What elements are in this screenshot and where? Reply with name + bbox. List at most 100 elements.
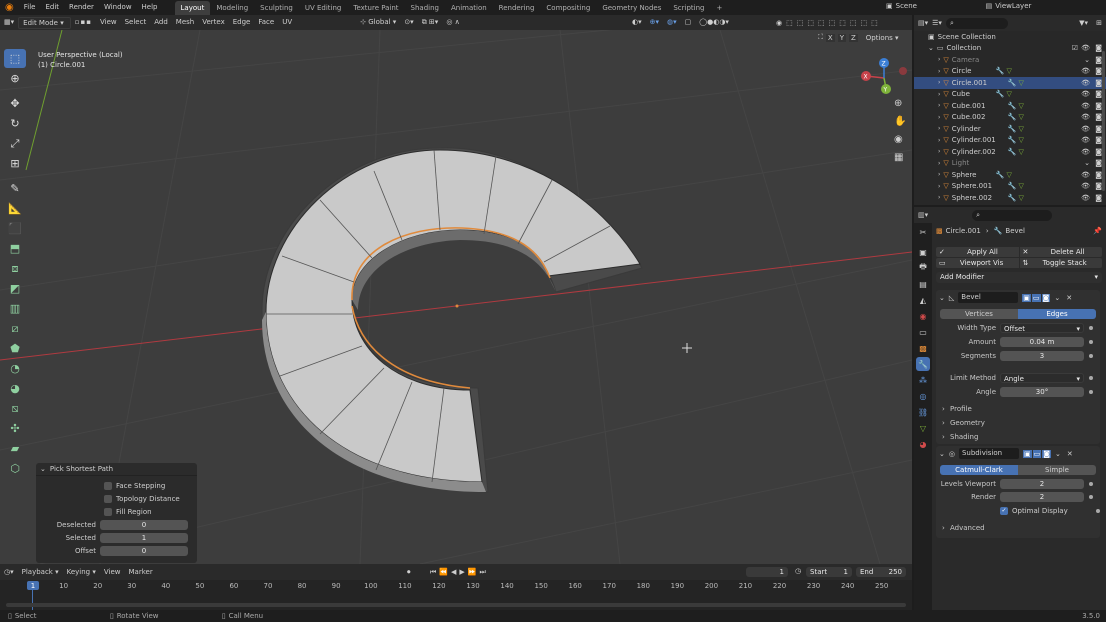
- menu-uv[interactable]: UV: [278, 16, 296, 29]
- visibility-eye-icon[interactable]: 👁: [1081, 148, 1090, 156]
- add-modifier-dropdown[interactable]: Add Modifier ▾: [936, 272, 1102, 283]
- visibility-eye-icon[interactable]: 👁: [1081, 102, 1090, 110]
- knife-tool-icon[interactable]: ⧄: [4, 319, 26, 338]
- workspace-tab-uv-editing[interactable]: UV Editing: [299, 1, 348, 15]
- expand-arrow-icon[interactable]: ›: [938, 137, 940, 144]
- delete-all-button[interactable]: ✕ Delete All: [1019, 247, 1102, 257]
- jump-end-icon[interactable]: ⏭: [480, 568, 486, 577]
- expand-arrow-icon[interactable]: ›: [938, 56, 940, 63]
- clock-icon[interactable]: ◷: [795, 567, 801, 575]
- expand-arrow-icon[interactable]: ›: [938, 79, 940, 86]
- transform-orientation-dropdown[interactable]: ⊹ Global ▾: [356, 16, 400, 29]
- bevel-viewport-icon[interactable]: ▭: [1031, 293, 1041, 302]
- subdivision-viewport-icon[interactable]: ▭: [1032, 449, 1042, 458]
- snap-icon[interactable]: ⧉ ⊞▾: [418, 16, 443, 29]
- outliner-item-circle-001[interactable]: › ▽ Circle.001 🔧 ▽ 👁 ◙: [914, 77, 1106, 89]
- mode-dropdown[interactable]: Edit Mode ▾: [18, 16, 71, 29]
- visibility-eye-icon[interactable]: 👁: [1081, 67, 1090, 75]
- render-camera-icon[interactable]: ◙: [1095, 182, 1102, 190]
- outliner-item-label[interactable]: Cylinder.001: [952, 136, 996, 144]
- new-collection-icon[interactable]: ⊞: [1096, 19, 1102, 27]
- outliner-item-label[interactable]: Cube.002: [952, 113, 990, 121]
- axis-x-toggle[interactable]: X: [825, 33, 835, 42]
- outliner-item-label[interactable]: Camera: [952, 56, 990, 64]
- expand-arrow-icon[interactable]: ›: [938, 171, 940, 178]
- workspace-tab-sculpting[interactable]: Sculpting: [254, 1, 299, 15]
- pivot-icon[interactable]: ⊙▾: [400, 16, 417, 29]
- outliner-item-light[interactable]: › ▽ Light ⌄ ◙: [914, 158, 1106, 170]
- display-mode-icon[interactable]: ☰▾: [932, 19, 942, 27]
- menu-help[interactable]: Help: [137, 0, 163, 15]
- render-camera-icon[interactable]: ◙: [1095, 159, 1102, 167]
- face-stepping-checkbox[interactable]: Face Stepping: [104, 480, 197, 492]
- subdivision-render-icon[interactable]: ◙: [1042, 449, 1052, 458]
- angle-keyframe-dot[interactable]: [1089, 390, 1093, 394]
- shading-mode-icons[interactable]: ◯●◐◑▾: [695, 16, 733, 29]
- subdivision-menu-icon[interactable]: ⌄: [1055, 450, 1061, 458]
- scale-tool-icon[interactable]: ⤢: [4, 134, 26, 153]
- visibility-eye-icon[interactable]: 👁: [1081, 125, 1090, 133]
- axis-lock-icon[interactable]: ⛶: [818, 33, 823, 42]
- playback-menu[interactable]: Playback ▾: [18, 566, 63, 579]
- measure-tool-icon[interactable]: 📐: [4, 199, 26, 218]
- geometry-section[interactable]: Geometry: [936, 416, 1100, 430]
- mesh-overlay-icons[interactable]: ◉ ⬚ ⬚ ⬚ ⬚ ⬚ ⬚ ⬚ ⬚ ⬚: [776, 19, 878, 27]
- viewport-vis-button[interactable]: ▭ Viewport Vis: [936, 258, 1019, 268]
- start-frame-field[interactable]: Start 1: [806, 567, 852, 577]
- offset-field[interactable]: 0: [100, 546, 188, 556]
- angle-field[interactable]: 30°: [1000, 387, 1084, 397]
- edge-slide-tool-icon[interactable]: ⧅: [4, 399, 26, 418]
- affect-edges-button[interactable]: Edges: [1018, 309, 1096, 319]
- expand-arrow-icon[interactable]: ›: [938, 160, 940, 167]
- render-camera-icon[interactable]: ◙: [1095, 171, 1102, 179]
- apply-all-button[interactable]: ✓ Apply All: [936, 247, 1019, 257]
- render-camera-icon[interactable]: ◙: [1095, 90, 1102, 98]
- properties-search-input[interactable]: ⌕: [972, 209, 1053, 221]
- spin-tool-icon[interactable]: ◔: [4, 359, 26, 378]
- collection-label[interactable]: Collection: [947, 44, 982, 52]
- shrink-tool-icon[interactable]: ✣: [4, 419, 26, 438]
- outliner-scrollbar[interactable]: [1102, 51, 1105, 191]
- cursor-tool-icon[interactable]: ⊕: [4, 69, 26, 88]
- ortho-grid-icon[interactable]: ▦: [894, 152, 908, 170]
- output-tab-icon[interactable]: 🖶: [916, 261, 930, 275]
- menu-file[interactable]: File: [19, 0, 41, 15]
- constraints-tab-icon[interactable]: ⛓: [916, 405, 930, 419]
- fill-region-checkbox[interactable]: Fill Region: [104, 506, 197, 518]
- outliner-item-cube-002[interactable]: › ▽ Cube.002 🔧 ▽ 👁 ◙: [914, 112, 1106, 124]
- expand-arrow-icon[interactable]: ›: [938, 125, 940, 132]
- current-frame-field[interactable]: 1: [746, 567, 788, 577]
- gizmo-toggle-icon[interactable]: ⊕▾: [646, 16, 663, 29]
- play-icon[interactable]: ▶: [459, 568, 464, 576]
- axis-y-toggle[interactable]: Y: [837, 33, 846, 42]
- outliner-item-camera[interactable]: › ▽ Camera ⌄ ◙: [914, 54, 1106, 66]
- affect-vertices-button[interactable]: Vertices: [940, 309, 1018, 319]
- axis-z-toggle[interactable]: Z: [848, 33, 858, 42]
- modifier-tab-icon[interactable]: 🔧: [916, 357, 930, 371]
- world-tab-icon[interactable]: ◉: [916, 309, 930, 323]
- outliner-item-label[interactable]: Light: [952, 159, 990, 167]
- segments-field[interactable]: 3: [1000, 351, 1084, 361]
- amount-field[interactable]: 0.04 m: [1000, 337, 1084, 347]
- visibility-eye-icon[interactable]: 👁: [1081, 171, 1090, 179]
- menu-edit[interactable]: Edit: [40, 0, 64, 15]
- toggle-stack-button[interactable]: ⇅ Toggle Stack: [1019, 258, 1102, 268]
- levels-viewport-keyframe-dot[interactable]: [1089, 482, 1093, 486]
- optimal-display-keyframe-dot[interactable]: [1096, 509, 1100, 513]
- physics-tab-icon[interactable]: ◎: [916, 389, 930, 403]
- collection-checkbox[interactable]: ☑: [1072, 44, 1078, 52]
- shear-tool-icon[interactable]: ▰: [4, 439, 26, 458]
- data-tab-icon[interactable]: ▽: [916, 421, 930, 435]
- menu-render[interactable]: Render: [64, 0, 99, 15]
- play-reverse-icon[interactable]: ◀: [451, 568, 456, 576]
- proportional-edit-icon[interactable]: ◎ ∧: [442, 16, 463, 29]
- outliner-item-cylinder[interactable]: › ▽ Cylinder 🔧 ▽ 👁 ◙: [914, 123, 1106, 135]
- select-mode-icons[interactable]: ▫▪▪: [71, 16, 96, 29]
- visibility-eye-icon[interactable]: 👁: [1081, 90, 1090, 98]
- xray-toggle-icon[interactable]: ▢: [681, 16, 696, 29]
- subdivision-editmode-icon[interactable]: ▣: [1022, 449, 1032, 458]
- menu-vertex[interactable]: Vertex: [198, 16, 229, 29]
- workspace-tab-texture-paint[interactable]: Texture Paint: [347, 1, 404, 15]
- segments-keyframe-dot[interactable]: [1089, 354, 1093, 358]
- outliner-item-cylinder-001[interactable]: › ▽ Cylinder.001 🔧 ▽ 👁 ◙: [914, 135, 1106, 147]
